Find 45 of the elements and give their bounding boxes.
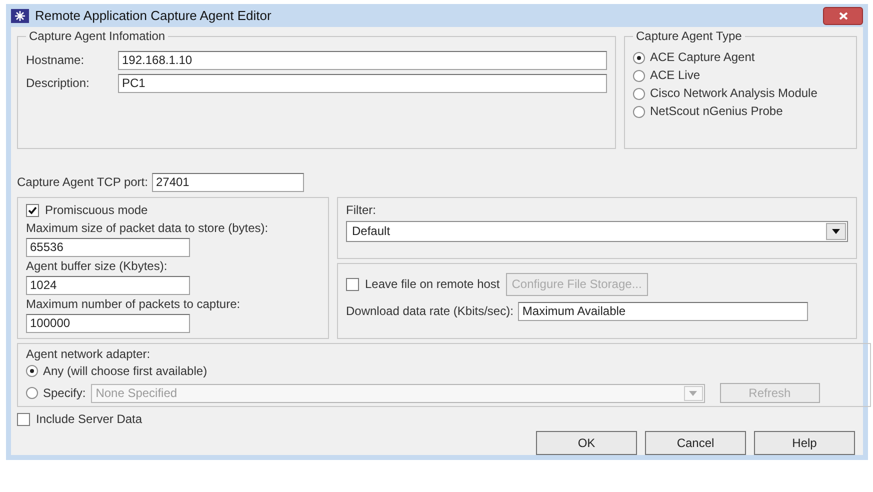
- field-label: Filter:: [346, 203, 377, 218]
- checkbox[interactable]: [26, 204, 39, 217]
- input-field[interactable]: 192.168.1.10: [118, 51, 607, 70]
- field-label: Maximum number of packets to capture:: [26, 297, 242, 312]
- checkbox-label: Leave file on remote host: [365, 277, 500, 292]
- field-label: Agent network adapter:: [26, 347, 152, 362]
- dialog-button[interactable]: Help: [754, 431, 855, 455]
- checkbox-label: Include Server Data: [36, 412, 142, 427]
- checkmark-icon: [28, 206, 37, 215]
- field-label: Agent buffer size (Kbytes):: [26, 259, 168, 274]
- radio-label: NetScout nGenius Probe: [650, 104, 783, 119]
- input-field[interactable]: Maximum Available: [518, 302, 808, 321]
- input-field[interactable]: 100000: [26, 314, 190, 333]
- dialog-button[interactable]: OK: [536, 431, 637, 455]
- field-label: Hostname:: [26, 53, 86, 68]
- radio-label: Specify:: [43, 386, 86, 400]
- field-label: Download data rate (Kbits/sec):: [346, 304, 514, 319]
- radio-label: ACE Live: [650, 68, 700, 83]
- window-title: Remote Application Capture Agent Editor: [35, 6, 272, 25]
- input-field[interactable]: 27401: [152, 173, 304, 192]
- checkbox[interactable]: [17, 413, 30, 426]
- radio-button[interactable]: [633, 52, 645, 64]
- radio-button[interactable]: [26, 387, 38, 399]
- radio-label: Cisco Network Analysis Module: [650, 86, 818, 101]
- radio-label: ACE Capture Agent: [650, 50, 755, 65]
- input-field[interactable]: PC1: [118, 74, 607, 93]
- checkbox[interactable]: [346, 278, 359, 291]
- checkbox-label: Promiscuous mode: [45, 203, 148, 218]
- input-field[interactable]: 65536: [26, 238, 190, 257]
- field-label: Maximum size of packet data to store (bytes):: [26, 221, 270, 236]
- radio-button[interactable]: [633, 88, 645, 100]
- close-icon: [838, 12, 848, 20]
- star-icon: [11, 8, 29, 22]
- radio-button[interactable]: [633, 70, 645, 82]
- dialog-button[interactable]: Cancel: [645, 431, 746, 455]
- radio-label: Any (will choose first available): [43, 364, 208, 378]
- field-label: Capture Agent TCP port:: [17, 175, 148, 190]
- radio-button[interactable]: [633, 106, 645, 118]
- group-title: Capture Agent Infomation: [26, 29, 168, 44]
- field-label: Description:: [26, 76, 90, 91]
- input-field[interactable]: 1024: [26, 276, 190, 295]
- close-button[interactable]: [823, 6, 863, 24]
- group-title: Capture Agent Type: [633, 29, 745, 44]
- filter-dropdown[interactable]: Default: [346, 221, 848, 242]
- radio-button[interactable]: [26, 365, 38, 377]
